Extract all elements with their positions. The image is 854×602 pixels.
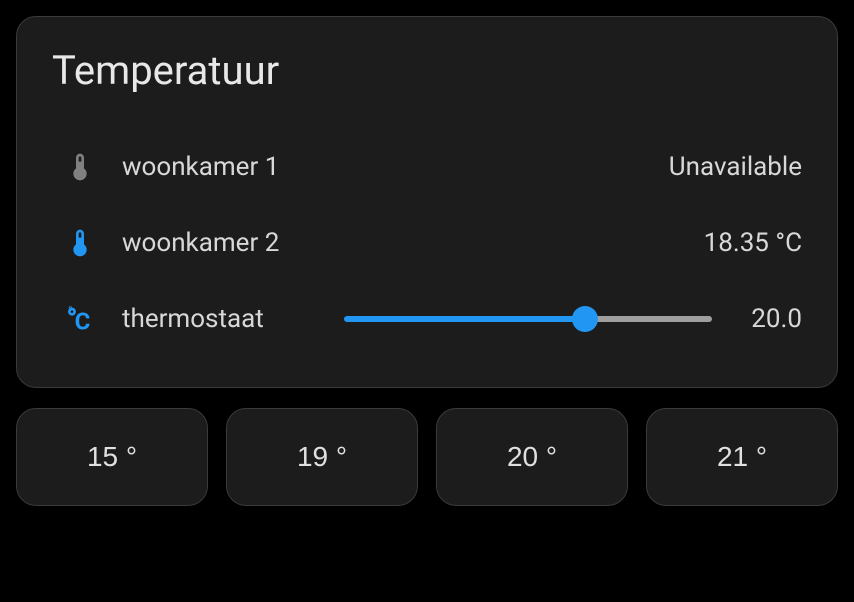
entity-value: Unavailable (669, 152, 802, 182)
preset-button-21[interactable]: 21 ° (646, 408, 838, 506)
thermometer-icon (52, 227, 122, 259)
preset-button-20[interactable]: 20 ° (436, 408, 628, 506)
entity-name: woonkamer 2 (122, 228, 279, 258)
thermometer-icon (52, 151, 122, 183)
preset-button-19[interactable]: 19 ° (226, 408, 418, 506)
entity-name: woonkamer 1 (122, 152, 279, 182)
preset-button-row: 15 ° 19 ° 20 ° 21 ° (16, 408, 838, 506)
preset-button-15[interactable]: 15 ° (16, 408, 208, 506)
svg-text:°: ° (68, 304, 73, 318)
entity-value: 18.35 °C (704, 228, 802, 258)
thermostat-value: 20.0 (742, 304, 802, 334)
svg-text:C: C (75, 308, 91, 335)
temperature-card: Temperatuur woonkamer 1 Unavailable woon… (16, 16, 838, 388)
entity-row-woonkamer-2[interactable]: woonkamer 2 18.35 °C (52, 205, 802, 281)
thermostat-slider-container (264, 316, 742, 322)
thermostat-slider[interactable] (344, 316, 712, 322)
card-title: Temperatuur (52, 47, 802, 94)
entity-row-woonkamer-1[interactable]: woonkamer 1 Unavailable (52, 129, 802, 205)
entity-name: thermostaat (122, 304, 264, 334)
entity-row-thermostat[interactable]: ° C thermostaat 20.0 (52, 281, 802, 357)
celsius-icon: ° C (52, 303, 122, 335)
